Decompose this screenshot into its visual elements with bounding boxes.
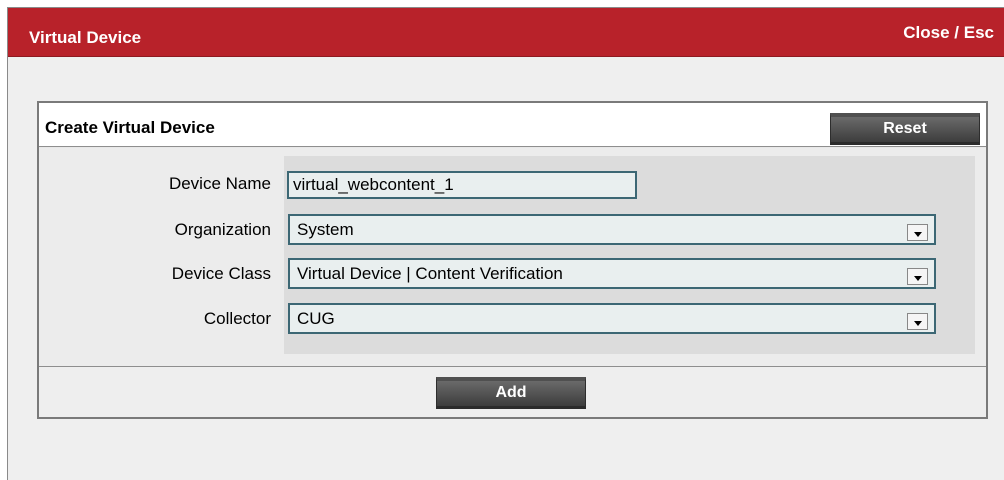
reset-button[interactable]: Reset xyxy=(830,113,980,145)
window-title: Virtual Device xyxy=(29,28,142,47)
close-button[interactable]: Close / Esc xyxy=(903,23,994,43)
chevron-down-icon[interactable] xyxy=(907,268,928,285)
device-class-label: Device Class xyxy=(171,264,271,283)
create-virtual-device-panel: Create Virtual Device Reset Device Name … xyxy=(37,101,988,419)
panel-header: Create Virtual Device Reset xyxy=(39,103,986,147)
collector-value: CUG xyxy=(297,309,335,328)
form-area: Device Name Organization System Device C… xyxy=(39,148,986,368)
collector-label: Collector xyxy=(203,309,271,328)
device-class-value: Virtual Device | Content Verification xyxy=(297,264,563,283)
collector-select[interactable]: CUG xyxy=(288,303,936,334)
device-name-label: Device Name xyxy=(168,174,271,193)
device-class-select[interactable]: Virtual Device | Content Verification xyxy=(288,258,936,289)
organization-label: Organization xyxy=(174,220,271,239)
virtual-device-window: Virtual Device Close / Esc Create Virtua… xyxy=(7,7,1004,480)
organization-value: System xyxy=(297,220,354,239)
panel-title: Create Virtual Device xyxy=(45,118,215,137)
device-name-input[interactable] xyxy=(287,171,637,199)
chevron-down-icon[interactable] xyxy=(907,224,928,241)
add-button[interactable]: Add xyxy=(436,377,586,409)
panel-footer: Add xyxy=(39,366,986,417)
title-bar: Virtual Device Close / Esc xyxy=(8,8,1004,57)
chevron-down-icon[interactable] xyxy=(907,313,928,330)
organization-select[interactable]: System xyxy=(288,214,936,245)
